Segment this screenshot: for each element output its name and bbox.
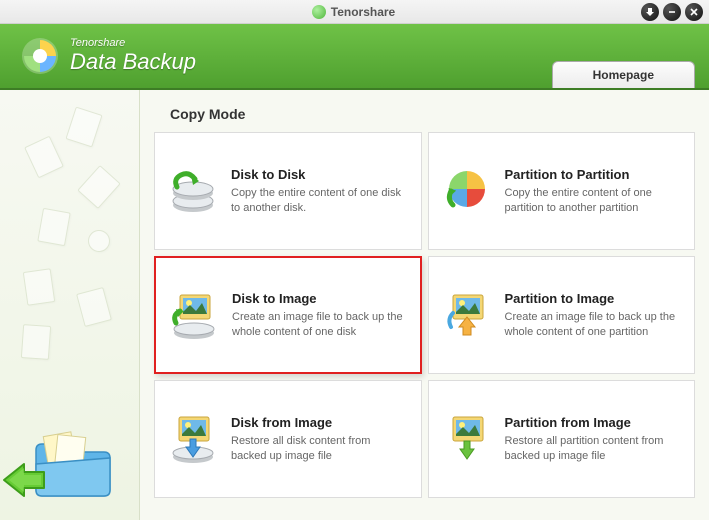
header-subtitle: Tenorshare xyxy=(70,37,196,49)
card-title: Disk to Disk xyxy=(231,167,409,182)
card-title: Partition from Image xyxy=(505,415,683,430)
titlebar-brand: Tenorshare xyxy=(312,5,395,19)
card-desc: Copy the entire content of one partition… xyxy=(505,186,683,216)
partition-from-image-icon xyxy=(441,413,493,465)
card-desc: Restore all partition content from backe… xyxy=(505,434,683,464)
card-title: Disk to Image xyxy=(232,291,408,306)
main-area: Copy Mode Disk to Disk Copy the entire c… xyxy=(0,90,709,520)
card-disk-from-image[interactable]: Disk from Image Restore all disk content… xyxy=(154,380,422,498)
disk-to-image-icon xyxy=(168,289,220,341)
content-panel: Copy Mode Disk to Disk Copy the entire c… xyxy=(140,90,709,520)
card-title: Disk from Image xyxy=(231,415,409,430)
minimize-button[interactable] xyxy=(663,3,681,21)
help-button[interactable] xyxy=(641,3,659,21)
partition-to-partition-icon xyxy=(441,165,493,217)
card-desc: Create an image file to back up the whol… xyxy=(232,310,408,340)
card-title: Partition to Partition xyxy=(505,167,683,182)
decorative-documents-icon xyxy=(10,100,130,360)
app-logo-icon xyxy=(20,36,60,76)
partition-to-image-icon xyxy=(441,289,493,341)
titlebar-brand-text: Tenorshare xyxy=(331,5,395,19)
card-desc: Create an image file to back up the whol… xyxy=(505,310,683,340)
header-title-group: Tenorshare Data Backup xyxy=(70,37,196,75)
tab-homepage[interactable]: Homepage xyxy=(552,61,695,88)
card-partition-from-image[interactable]: Partition from Image Restore all partiti… xyxy=(428,380,696,498)
card-desc: Restore all disk content from backed up … xyxy=(231,434,409,464)
window-controls xyxy=(641,3,703,21)
card-title: Partition to Image xyxy=(505,291,683,306)
brand-icon xyxy=(312,5,326,19)
mode-grid: Disk to Disk Copy the entire content of … xyxy=(154,132,695,498)
card-partition-to-image[interactable]: Partition to Image Create an image file … xyxy=(428,256,696,374)
disk-to-disk-icon xyxy=(167,165,219,217)
titlebar: Tenorshare xyxy=(0,0,709,24)
card-desc: Copy the entire content of one disk to a… xyxy=(231,186,409,216)
back-arrow-button[interactable] xyxy=(0,460,48,500)
card-disk-to-image[interactable]: Disk to Image Create an image file to ba… xyxy=(154,256,422,374)
card-disk-to-disk[interactable]: Disk to Disk Copy the entire content of … xyxy=(154,132,422,250)
disk-from-image-icon xyxy=(167,413,219,465)
section-title: Copy Mode xyxy=(170,106,695,122)
app-header: Tenorshare Data Backup Homepage xyxy=(0,24,709,90)
close-button[interactable] xyxy=(685,3,703,21)
sidebar xyxy=(0,90,140,520)
header-title: Data Backup xyxy=(70,49,196,75)
card-partition-to-partition[interactable]: Partition to Partition Copy the entire c… xyxy=(428,132,696,250)
